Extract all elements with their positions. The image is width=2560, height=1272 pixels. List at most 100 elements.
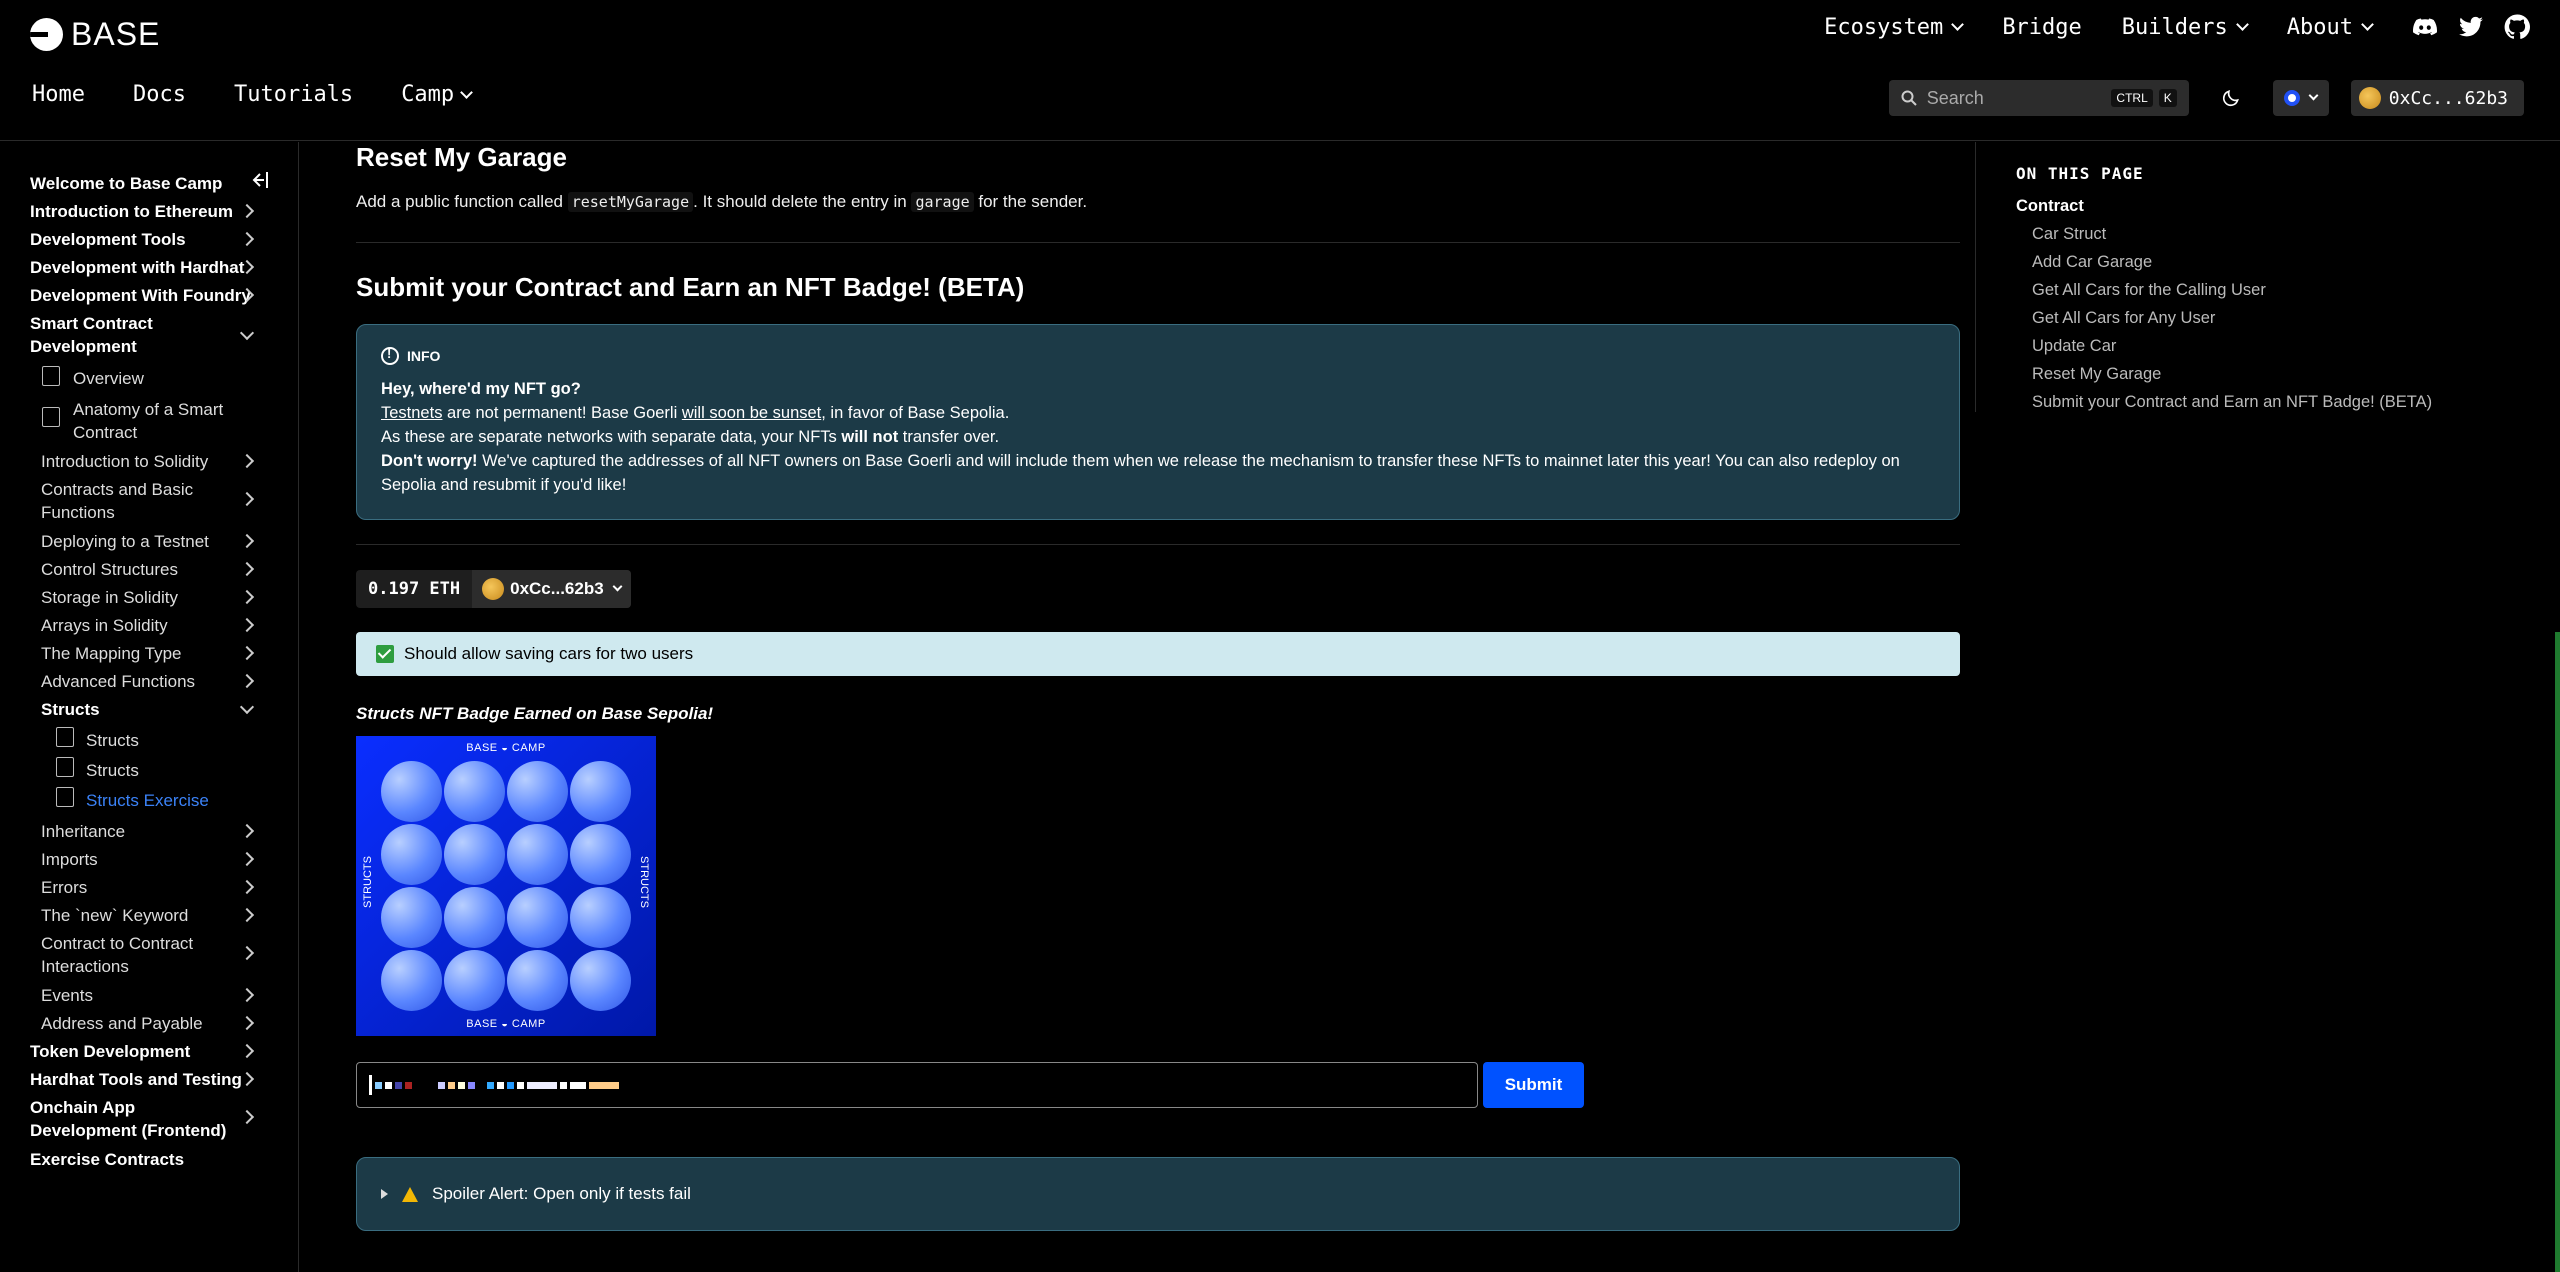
disclosure-triangle-icon (381, 1189, 388, 1199)
chevron-down-icon (460, 85, 474, 99)
chevron-down-icon[interactable] (239, 325, 255, 341)
sidebar-item-structs[interactable]: Structs (41, 698, 271, 721)
sidebar-item-foundry[interactable]: Development With Foundry (30, 284, 260, 307)
sidebar-item-structs-code[interactable]: Structs (86, 759, 316, 782)
twitter-icon[interactable] (2458, 14, 2484, 40)
sidebar-item-storage[interactable]: Storage in Solidity (41, 586, 271, 609)
sidebar: Welcome to Base Camp Introduction to Eth… (0, 142, 299, 1272)
account-address: 0xCc...62b3 (2388, 87, 2508, 109)
avatar (2358, 87, 2381, 109)
badge-earned-title: Structs NFT Badge Earned on Base Sepolia… (356, 704, 714, 723)
toc-item-reset-my-garage[interactable]: Reset My Garage (2032, 365, 2161, 384)
sidebar-item-imports[interactable]: Imports (41, 848, 271, 871)
wallet-widget: 0.197 ETH 0xCc...62b3 (356, 570, 631, 608)
search-icon (1901, 90, 1917, 106)
sidebar-item-dev-tools[interactable]: Development Tools (30, 228, 260, 251)
nav-home[interactable]: Home (32, 82, 85, 107)
submit-heading: Submit your Contract and Earn an NFT Bad… (356, 272, 1025, 302)
nav-builders[interactable]: Builders (2122, 15, 2249, 40)
sidebar-item-advanced-functions[interactable]: Advanced Functions (41, 670, 271, 693)
sunset-link[interactable]: will soon be sunset (682, 404, 821, 422)
sidebar-item-exercise-contracts[interactable]: Exercise Contracts (30, 1148, 260, 1171)
sidebar-item-anatomy[interactable]: Anatomy of a Smart Contract (73, 398, 243, 444)
check-icon (376, 645, 394, 663)
sidebar-item-address-payable[interactable]: Address and Payable (41, 1012, 271, 1035)
toc-item-get-all-cars-calling-user[interactable]: Get All Cars for the Calling User (2032, 281, 2266, 300)
toc-item-contract[interactable]: Contract (2016, 197, 2084, 216)
nav-ecosystem[interactable]: Ecosystem (1824, 15, 1965, 40)
github-icon[interactable] (2504, 14, 2530, 40)
divider (356, 242, 1960, 243)
base-logo[interactable]: BASE (30, 16, 160, 53)
document-icon (56, 787, 74, 807)
sidebar-item-inheritance[interactable]: Inheritance (41, 820, 271, 843)
toc-item-get-all-cars-any-user[interactable]: Get All Cars for Any User (2032, 309, 2215, 328)
nft-badge-image: BASE ◒ CAMP STRUCTS STRUCTS BASE ◒ CAMP (356, 736, 656, 1036)
scrollbar[interactable] (2555, 632, 2560, 1272)
nav-bridge[interactable]: Bridge (2002, 15, 2081, 40)
sidebar-item-overview[interactable]: Overview (73, 367, 303, 390)
network-selector[interactable] (2272, 80, 2329, 116)
reset-paragraph: Add a public function called resetMyGara… (356, 192, 1088, 212)
social-links (2412, 14, 2530, 40)
reset-heading: Reset My Garage (356, 142, 567, 172)
top-nav: Ecosystem Bridge Builders About (1824, 14, 2530, 40)
sidebar-item-contract-interactions[interactable]: Contract to Contract Interactions (41, 932, 221, 978)
divider (356, 544, 1960, 545)
chevron-down-icon (2235, 18, 2249, 31)
discord-icon[interactable] (2412, 14, 2438, 40)
sidebar-item-new-keyword[interactable]: The `new` Keyword (41, 904, 271, 927)
sidebar-item-structs-video[interactable]: Structs (86, 729, 316, 752)
search-input[interactable]: Search CTRL K (1888, 80, 2189, 116)
sidebar-item-events[interactable]: Events (41, 984, 271, 1007)
account-button[interactable]: 0xCc...62b3 (2350, 80, 2524, 116)
nav-docs[interactable]: Docs (133, 82, 186, 107)
toc-item-add-car-garage[interactable]: Add Car Garage (2032, 253, 2152, 272)
sidebar-item-welcome[interactable]: Welcome to Base Camp (30, 172, 260, 195)
nav-about[interactable]: About (2287, 15, 2374, 40)
chevron-down-icon (2308, 90, 2319, 101)
sidebar-item-token-dev[interactable]: Token Development (30, 1040, 260, 1063)
chevron-right-icon[interactable] (239, 945, 255, 961)
sidebar-item-errors[interactable]: Errors (41, 876, 271, 899)
sidebar-item-intro-solidity[interactable]: Introduction to Solidity (41, 450, 271, 473)
sidebar-item-structs-exercise[interactable]: Structs Exercise (86, 789, 316, 812)
brand-name: BASE (71, 16, 161, 52)
toc-item-car-struct[interactable]: Car Struct (2032, 225, 2106, 244)
table-of-contents: ON THIS PAGE Contract Car Struct Add Car… (1975, 142, 2560, 412)
warning-icon (402, 1186, 418, 1202)
testnets-link[interactable]: Testnets (381, 404, 442, 422)
moon-icon (2222, 90, 2239, 107)
sidebar-item-mapping[interactable]: The Mapping Type (41, 642, 271, 665)
sidebar-item-control-structures[interactable]: Control Structures (41, 558, 271, 581)
code-icon (56, 757, 74, 777)
sidebar-item-deploying[interactable]: Deploying to a Testnet (41, 530, 271, 553)
sidebar-item-arrays[interactable]: Arrays in Solidity (41, 614, 271, 637)
spoiler-toggle[interactable]: Spoiler Alert: Open only if tests fail (356, 1157, 1960, 1231)
chevron-right-icon[interactable] (239, 1109, 255, 1125)
sidebar-item-intro-ethereum[interactable]: Introduction to Ethereum (30, 200, 260, 223)
eth-balance: 0.197 ETH (368, 579, 461, 599)
nav-camp[interactable]: Camp (401, 82, 474, 107)
contract-address-input[interactable] (356, 1062, 1478, 1108)
avatar (482, 578, 505, 600)
top-bar: BASE Ecosystem Bridge Builders About Hom… (0, 0, 2560, 141)
sidebar-item-onchain-app[interactable]: Onchain App Development (Frontend) (30, 1096, 235, 1142)
toc-item-submit-contract[interactable]: Submit your Contract and Earn an NFT Bad… (2032, 393, 2432, 412)
nav-tutorials[interactable]: Tutorials (234, 82, 353, 107)
sub-nav: Home Docs Tutorials Camp (32, 82, 474, 107)
test-result: Should allow saving cars for two users (356, 632, 1960, 676)
sidebar-item-contracts-basic[interactable]: Contracts and Basic Functions (41, 478, 221, 524)
sidebar-item-hardhat-tools[interactable]: Hardhat Tools and Testing (30, 1068, 260, 1091)
wallet-account-button[interactable]: 0xCc...62b3 (472, 570, 631, 608)
header-tools: Search CTRL K 0xCc...62b3 (1888, 80, 2524, 116)
sidebar-item-smart-contract-dev[interactable]: Smart Contract Development (30, 312, 210, 358)
document-icon (42, 366, 60, 386)
sidebar-item-hardhat[interactable]: Development with Hardhat (30, 256, 260, 279)
theme-toggle-button[interactable] (2211, 80, 2251, 116)
chevron-down-icon (612, 581, 623, 592)
base-logo-icon (30, 18, 63, 51)
submit-button[interactable]: Submit (1483, 1062, 1584, 1108)
chevron-right-icon[interactable] (239, 491, 255, 507)
toc-item-update-car[interactable]: Update Car (2032, 337, 2116, 356)
